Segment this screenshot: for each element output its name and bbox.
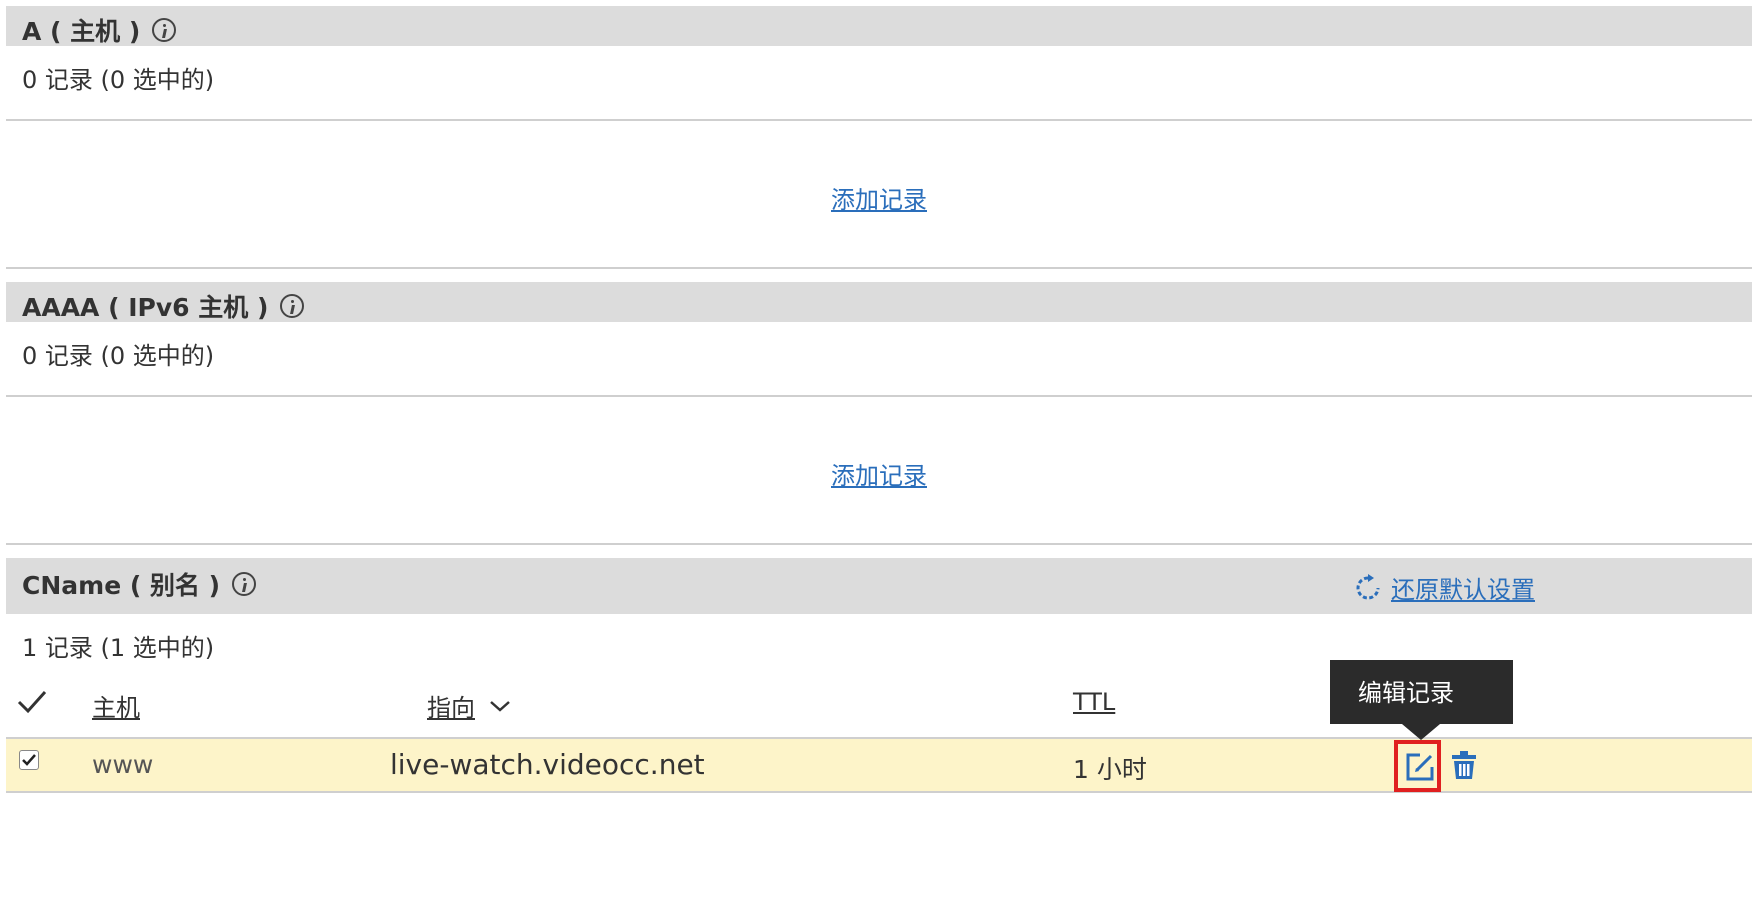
info-icon[interactable] <box>232 572 257 596</box>
info-icon[interactable] <box>280 294 305 318</box>
column-header-points-to[interactable]: 指向 <box>427 688 511 723</box>
row-host: www <box>92 750 154 779</box>
section-a-record-count: 0 记录 (0 选中的) <box>22 66 215 94</box>
divider <box>6 119 1752 121</box>
section-cname-title-row: CName ( 别名 ) <box>22 566 257 602</box>
section-a-title: A ( 主机 ) <box>22 17 141 46</box>
divider <box>6 267 1752 269</box>
chevron-down-icon <box>490 700 510 712</box>
checkmark-icon[interactable] <box>16 688 48 716</box>
restore-defaults-label[interactable]: 还原默认设置 <box>1391 570 1535 605</box>
table-row <box>6 737 1752 793</box>
trash-icon[interactable] <box>1451 750 1477 780</box>
column-header-host[interactable]: 主机 <box>92 688 140 723</box>
section-a-add-record-link[interactable]: 添加记录 <box>0 180 1758 215</box>
divider <box>6 543 1752 545</box>
edit-record-tooltip: 编辑记录 <box>1330 660 1513 724</box>
section-aaaa-add-record-link[interactable]: 添加记录 <box>0 456 1758 491</box>
info-icon[interactable] <box>152 18 177 42</box>
section-aaaa-title-row: AAAA ( IPv6 主机 ) <box>22 288 305 324</box>
divider <box>6 395 1752 397</box>
section-aaaa-record-count: 0 记录 (0 选中的) <box>22 342 215 370</box>
column-header-ttl[interactable]: TTL <box>1073 688 1115 716</box>
tooltip-arrow <box>1402 724 1440 740</box>
edit-icon <box>1406 753 1434 781</box>
restore-defaults-button[interactable]: 还原默认设置 <box>1355 570 1535 605</box>
section-a-title-row: A ( 主机 ) <box>22 12 177 48</box>
section-a-header <box>6 6 1752 46</box>
section-aaaa-title: AAAA ( IPv6 主机 ) <box>22 293 269 322</box>
section-cname-record-count: 1 记录 (1 选中的) <box>22 634 215 662</box>
refresh-icon <box>1356 573 1380 599</box>
edit-record-button[interactable] <box>1394 740 1441 792</box>
row-checkbox[interactable] <box>19 750 39 770</box>
section-cname-title: CName ( 别名 ) <box>22 571 221 600</box>
column-header-points-to-label: 指向 <box>427 694 475 722</box>
row-points-to: live-watch.videocc.net <box>390 748 705 781</box>
row-ttl: 1 小时 <box>1073 755 1147 784</box>
